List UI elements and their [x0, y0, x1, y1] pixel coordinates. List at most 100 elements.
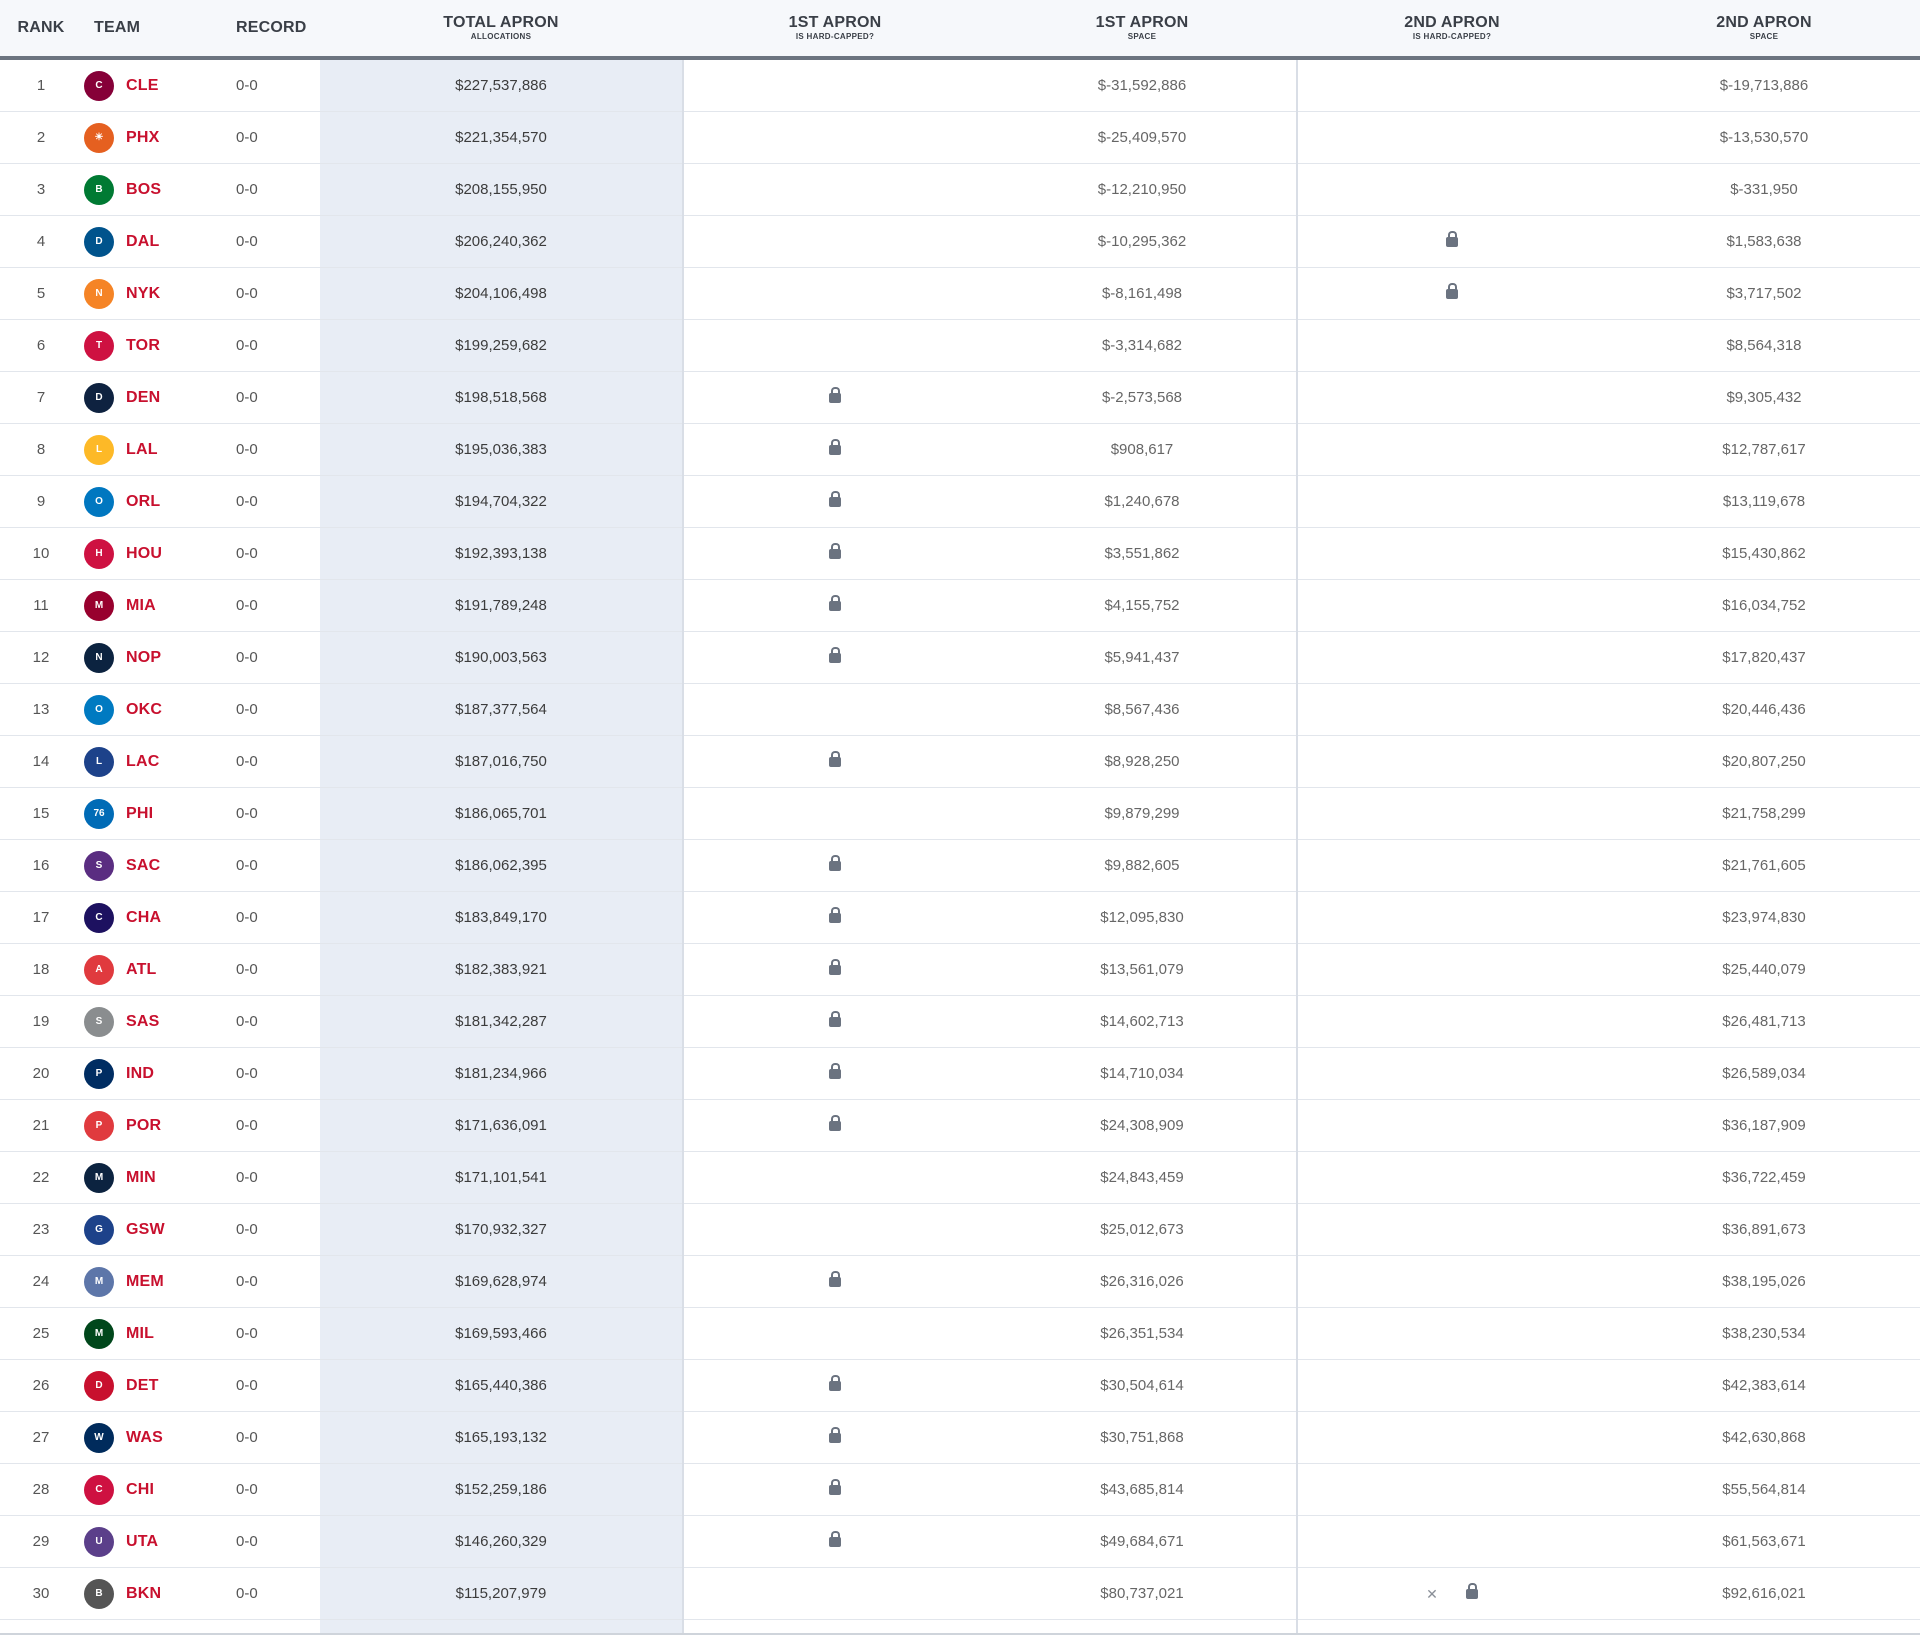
- header-apron2-space[interactable]: 2ND APRON SPACE: [1608, 0, 1920, 56]
- team-cell[interactable]: M MIL: [82, 1307, 226, 1360]
- table-row[interactable]: 6 T TOR 0-0 $199,259,682 $-3,314,682 $8,…: [0, 319, 1920, 372]
- team-abbr-link[interactable]: CLE: [126, 77, 159, 95]
- team-abbr-link[interactable]: BOS: [126, 181, 161, 199]
- team-cell[interactable]: U UTA: [82, 1515, 226, 1568]
- table-row[interactable]: 23 G GSW 0-0 $170,932,327 $25,012,673 $3…: [0, 1203, 1920, 1256]
- team-cell[interactable]: H HOU: [82, 527, 226, 580]
- table-row[interactable]: 10 H HOU 0-0 $192,393,138 $3,551,862 $15…: [0, 527, 1920, 580]
- table-row[interactable]: 25 M MIL 0-0 $169,593,466 $26,351,534 $3…: [0, 1307, 1920, 1360]
- team-abbr-link[interactable]: CHA: [126, 909, 161, 927]
- team-abbr-link[interactable]: DEN: [126, 389, 160, 407]
- table-row[interactable]: 28 C CHI 0-0 $152,259,186 $43,685,814 $5…: [0, 1463, 1920, 1516]
- header-rank[interactable]: RANK: [0, 0, 82, 56]
- team-cell[interactable]: ☀ PHX: [82, 111, 226, 164]
- table-row[interactable]: 4 D DAL 0-0 $206,240,362 $-10,295,362 $1…: [0, 215, 1920, 268]
- team-cell[interactable]: P IND: [82, 1047, 226, 1100]
- team-cell[interactable]: C CHA: [82, 891, 226, 944]
- team-abbr-link[interactable]: MIA: [126, 597, 156, 615]
- team-abbr-link[interactable]: SAS: [126, 1013, 160, 1031]
- team-abbr-link[interactable]: LAC: [126, 753, 159, 771]
- team-cell[interactable]: M MEM: [82, 1255, 226, 1308]
- table-row[interactable]: 18 A ATL 0-0 $182,383,921 $13,561,079 $2…: [0, 943, 1920, 996]
- table-row[interactable]: 21 P POR 0-0 $171,636,091 $24,308,909 $3…: [0, 1099, 1920, 1152]
- team-abbr-link[interactable]: PHX: [126, 129, 160, 147]
- team-cell[interactable]: S SAC: [82, 839, 226, 892]
- team-cell[interactable]: G GSW: [82, 1203, 226, 1256]
- header-team[interactable]: TEAM: [82, 0, 226, 56]
- table-row[interactable]: 8 L LAL 0-0 $195,036,383 $908,617 $12,78…: [0, 423, 1920, 476]
- team-abbr-link[interactable]: TOR: [126, 337, 160, 355]
- team-cell[interactable]: O OKC: [82, 683, 226, 736]
- table-row[interactable]: 14 L LAC 0-0 $187,016,750 $8,928,250 $20…: [0, 735, 1920, 788]
- table-row[interactable]: 15 76 PHI 0-0 $186,065,701 $9,879,299 $2…: [0, 787, 1920, 840]
- team-abbr-link[interactable]: IND: [126, 1065, 154, 1083]
- team-abbr-link[interactable]: NYK: [126, 285, 160, 303]
- header-apron1-space[interactable]: 1ST APRON SPACE: [988, 0, 1296, 56]
- team-cell[interactable]: B BKN: [82, 1567, 226, 1620]
- team-cell[interactable]: O ORL: [82, 475, 226, 528]
- team-abbr-link[interactable]: MEM: [126, 1273, 164, 1291]
- team-abbr-link[interactable]: MIL: [126, 1325, 154, 1343]
- team-abbr-link[interactable]: PHI: [126, 805, 153, 823]
- table-row[interactable]: 12 N NOP 0-0 $190,003,563 $5,941,437 $17…: [0, 631, 1920, 684]
- close-icon[interactable]: ✕: [1426, 1586, 1438, 1602]
- team-cell[interactable]: B BOS: [82, 163, 226, 216]
- team-cell[interactable]: M MIN: [82, 1151, 226, 1204]
- team-cell[interactable]: M MIA: [82, 579, 226, 632]
- team-abbr-link[interactable]: ATL: [126, 961, 157, 979]
- team-abbr-link[interactable]: GSW: [126, 1221, 165, 1239]
- team-abbr-link[interactable]: ORL: [126, 493, 160, 511]
- team-cell[interactable]: C CLE: [82, 60, 226, 112]
- table-row[interactable]: 24 M MEM 0-0 $169,628,974 $26,316,026 $3…: [0, 1255, 1920, 1308]
- header-apron1-hard-capped[interactable]: 1ST APRON IS HARD-CAPPED?: [682, 0, 988, 56]
- table-row[interactable]: 19 S SAS 0-0 $181,342,287 $14,602,713 $2…: [0, 995, 1920, 1048]
- team-cell[interactable]: D DET: [82, 1359, 226, 1412]
- team-cell[interactable]: D DAL: [82, 215, 226, 268]
- table-row[interactable]: 3 B BOS 0-0 $208,155,950 $-12,210,950 $-…: [0, 163, 1920, 216]
- team-cell[interactable]: T TOR: [82, 319, 226, 372]
- table-row[interactable]: 17 C CHA 0-0 $183,849,170 $12,095,830 $2…: [0, 891, 1920, 944]
- team-cell[interactable]: D DEN: [82, 371, 226, 424]
- table-row[interactable]: 9 O ORL 0-0 $194,704,322 $1,240,678 $13,…: [0, 475, 1920, 528]
- team-cell[interactable]: L LAL: [82, 423, 226, 476]
- table-row[interactable]: 16 S SAC 0-0 $186,062,395 $9,882,605 $21…: [0, 839, 1920, 892]
- team-cell[interactable]: C CHI: [82, 1463, 226, 1516]
- table-row[interactable]: 30 B BKN 0-0 $115,207,979 $80,737,021 ✕ …: [0, 1567, 1920, 1620]
- table-row[interactable]: 7 D DEN 0-0 $198,518,568 $-2,573,568 $9,…: [0, 371, 1920, 424]
- table-row[interactable]: 26 D DET 0-0 $165,440,386 $30,504,614 $4…: [0, 1359, 1920, 1412]
- team-abbr-link[interactable]: MIN: [126, 1169, 156, 1187]
- team-abbr-link[interactable]: OKC: [126, 701, 162, 719]
- header-apron2-hard-capped[interactable]: 2ND APRON IS HARD-CAPPED?: [1296, 0, 1608, 56]
- table-row[interactable]: 27 W WAS 0-0 $165,193,132 $30,751,868 $4…: [0, 1411, 1920, 1464]
- table-row[interactable]: 13 O OKC 0-0 $187,377,564 $8,567,436 $20…: [0, 683, 1920, 736]
- table-row[interactable]: 29 U UTA 0-0 $146,260,329 $49,684,671 $6…: [0, 1515, 1920, 1568]
- table-row[interactable]: 2 ☀ PHX 0-0 $221,354,570 $-25,409,570 $-…: [0, 111, 1920, 164]
- team-abbr-link[interactable]: NOP: [126, 649, 161, 667]
- header-total-apron[interactable]: TOTAL APRON ALLOCATIONS: [320, 0, 682, 56]
- team-cell[interactable]: S SAS: [82, 995, 226, 1048]
- table-row[interactable]: 5 N NYK 0-0 $204,106,498 $-8,161,498 $3,…: [0, 267, 1920, 320]
- table-row[interactable]: 22 M MIN 0-0 $171,101,541 $24,843,459 $3…: [0, 1151, 1920, 1204]
- team-abbr-link[interactable]: BKN: [126, 1585, 161, 1603]
- apron2-hard-capped-cell: [1296, 475, 1608, 528]
- team-cell[interactable]: 76 PHI: [82, 787, 226, 840]
- team-abbr-link[interactable]: HOU: [126, 545, 162, 563]
- team-cell[interactable]: N NOP: [82, 631, 226, 684]
- team-abbr-link[interactable]: UTA: [126, 1533, 158, 1551]
- team-cell[interactable]: W WAS: [82, 1411, 226, 1464]
- table-row[interactable]: 20 P IND 0-0 $181,234,966 $14,710,034 $2…: [0, 1047, 1920, 1100]
- team-cell[interactable]: L LAC: [82, 735, 226, 788]
- team-abbr-link[interactable]: CHI: [126, 1481, 154, 1499]
- header-record[interactable]: RECORD: [226, 0, 320, 56]
- team-abbr-link[interactable]: DET: [126, 1377, 159, 1395]
- team-cell[interactable]: N NYK: [82, 267, 226, 320]
- table-row[interactable]: 11 M MIA 0-0 $191,789,248 $4,155,752 $16…: [0, 579, 1920, 632]
- team-abbr-link[interactable]: LAL: [126, 441, 158, 459]
- team-abbr-link[interactable]: SAC: [126, 857, 160, 875]
- team-cell[interactable]: A ATL: [82, 943, 226, 996]
- team-abbr-link[interactable]: DAL: [126, 233, 159, 251]
- team-abbr-link[interactable]: POR: [126, 1117, 161, 1135]
- team-cell[interactable]: P POR: [82, 1099, 226, 1152]
- table-row[interactable]: 1 C CLE 0-0 $227,537,886 $-31,592,886 $-…: [0, 60, 1920, 112]
- team-abbr-link[interactable]: WAS: [126, 1429, 163, 1447]
